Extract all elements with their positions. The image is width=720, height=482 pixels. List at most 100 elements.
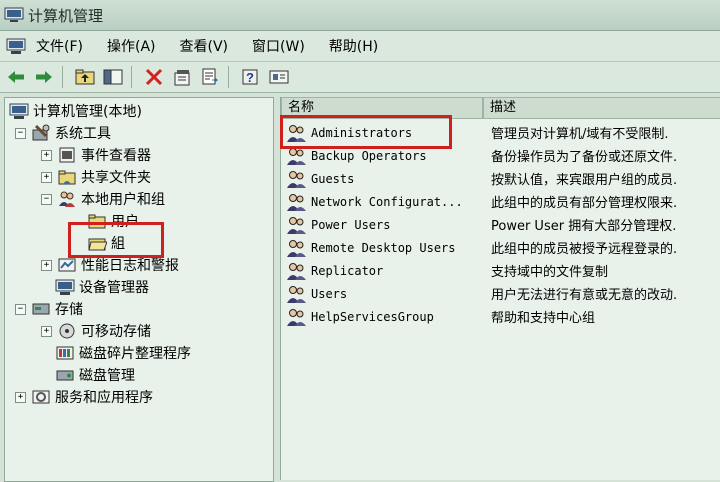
- open-folder-icon: [88, 238, 107, 251]
- title-bar: 计算机管理: [0, 0, 720, 31]
- computer-management-icon: [4, 7, 24, 22]
- list-item[interactable]: Backup Operators 备份操作员为了备份或还原文件.: [281, 144, 720, 167]
- collapse-toggle[interactable]: −: [41, 193, 52, 205]
- tree-item-services-apps[interactable]: + 服务和应用程序: [15, 386, 153, 408]
- menu-bar: 文件(F) 操作(A) 查看(V) 窗口(W) 帮助(H): [0, 31, 720, 62]
- tree-item-device-manager[interactable]: 设备管理器: [55, 276, 149, 298]
- tree-item-label: 设备管理器: [79, 280, 149, 296]
- properties-button[interactable]: [170, 65, 194, 89]
- list-item[interactable]: Administrators 管理员对计算机/域有不受限制.: [281, 121, 720, 144]
- toolbar-separator: [62, 66, 63, 88]
- collapse-toggle[interactable]: −: [15, 303, 26, 315]
- tree-item-disk-defrag[interactable]: 磁盘碎片整理程序: [55, 342, 191, 364]
- show-tree-button[interactable]: [101, 65, 125, 89]
- expand-toggle[interactable]: +: [41, 325, 52, 337]
- tree-item-label: 本地用户和组: [81, 192, 165, 208]
- computer-management-icon: [9, 103, 29, 119]
- up-level-button[interactable]: [73, 65, 97, 89]
- toolbar-separator: [131, 66, 132, 88]
- menu-file[interactable]: 文件(F): [36, 36, 83, 56]
- list-item[interactable]: HelpServicesGroup 帮助和支持中心组: [281, 305, 720, 328]
- tree-item-event-viewer[interactable]: + 事件查看器: [41, 144, 151, 166]
- expand-toggle[interactable]: +: [41, 171, 52, 183]
- group-icon: [287, 124, 306, 142]
- column-header-description[interactable]: 描述: [483, 97, 720, 119]
- tree-item-label: 服务和应用程序: [55, 390, 153, 406]
- console-tree: 计算机管理(本地) − 系统工具 + 事件查看器 + 共享文件夹 − 本地用户和…: [4, 97, 274, 482]
- delete-button[interactable]: [142, 65, 166, 89]
- row-description: 用户无法进行有意或无意的改动.: [491, 288, 678, 303]
- row-name: Power Users: [311, 217, 391, 232]
- properties-icon: [174, 70, 190, 86]
- delete-icon: [145, 68, 163, 86]
- export-button[interactable]: [198, 65, 222, 89]
- show-tree-icon: [103, 69, 123, 85]
- disk-management-icon: [56, 370, 74, 381]
- tree-item-label: 磁盘碎片整理程序: [79, 346, 191, 362]
- group-icon: [287, 193, 306, 211]
- tree-item-label: 系统工具: [55, 126, 111, 142]
- back-arrow-icon: [8, 71, 24, 83]
- menu-window[interactable]: 窗口(W): [252, 36, 305, 56]
- menu-help[interactable]: 帮助(H): [329, 36, 378, 56]
- list-item[interactable]: Power Users Power User 拥有大部分管理权.: [281, 213, 720, 236]
- tools-icon: [32, 124, 50, 141]
- tree-item-removable-storage[interactable]: + 可移动存储: [41, 320, 151, 342]
- row-name: HelpServicesGroup: [311, 309, 434, 324]
- row-description: 支持域中的文件复制: [491, 265, 609, 280]
- svg-text:?: ?: [246, 70, 254, 85]
- tree-item-disk-management[interactable]: 磁盘管理: [55, 364, 135, 386]
- expand-toggle[interactable]: +: [15, 391, 26, 403]
- group-icon: [287, 170, 306, 188]
- row-name: Remote Desktop Users: [311, 240, 456, 255]
- forward-button[interactable]: [32, 65, 56, 89]
- tree-item-root[interactable]: 计算机管理(本地): [9, 100, 142, 122]
- menu-view[interactable]: 查看(V): [180, 36, 229, 56]
- tree-item-label: 性能日志和警报: [81, 258, 179, 274]
- menu-action[interactable]: 操作(A): [107, 36, 156, 56]
- tree-item-label: 組: [111, 236, 125, 252]
- window-title: 计算机管理: [28, 6, 104, 25]
- tree-item-system-tools[interactable]: − 系统工具: [15, 122, 111, 144]
- group-icon: [287, 147, 306, 165]
- tree-item-performance-logs[interactable]: + 性能日志和警报: [41, 254, 179, 276]
- users-icon: [59, 191, 75, 207]
- device-manager-icon: [55, 279, 75, 295]
- column-header-name[interactable]: 名称: [281, 97, 483, 119]
- list-item[interactable]: Users 用户无法进行有意或无意的改动.: [281, 282, 720, 305]
- row-description: 帮助和支持中心组: [491, 311, 596, 326]
- tree-item-label: 事件查看器: [81, 148, 151, 164]
- help-button[interactable]: ?: [239, 65, 263, 89]
- row-name: Network Configurat...: [311, 194, 463, 209]
- export-icon: [202, 68, 219, 85]
- group-icon: [287, 308, 306, 326]
- toolbar: ?: [0, 62, 720, 93]
- forward-arrow-icon: [36, 71, 52, 83]
- list-item[interactable]: Replicator 支持域中的文件复制: [281, 259, 720, 282]
- row-description: 此组中的成员有部分管理权限来.: [491, 196, 678, 211]
- removable-storage-icon: [59, 323, 75, 339]
- tree-item-storage[interactable]: − 存储: [15, 298, 83, 320]
- list-item[interactable]: Remote Desktop Users 此组中的成员被授予远程登录的.: [281, 236, 720, 259]
- group-icon: [287, 285, 306, 303]
- row-name: Backup Operators: [311, 148, 427, 163]
- expand-toggle[interactable]: +: [41, 149, 52, 161]
- tree-item-users[interactable]: 用户: [87, 210, 139, 232]
- list-item[interactable]: Guests 按默认值，来宾跟用户组的成员.: [281, 167, 720, 190]
- group-icon: [287, 216, 306, 234]
- tree-item-groups[interactable]: 組: [87, 232, 125, 254]
- row-description: 此组中的成员被授予远程登录的.: [491, 242, 678, 257]
- back-button[interactable]: [4, 65, 28, 89]
- list-item[interactable]: Network Configurat... 此组中的成员有部分管理权限来.: [281, 190, 720, 213]
- console-button[interactable]: [267, 65, 291, 89]
- details-list: 名称 描述 Administrators 管理员对计算机/域有不受限制. Bac…: [280, 97, 720, 480]
- event-viewer-icon: [59, 147, 75, 163]
- tree-item-shared-folders[interactable]: + 共享文件夹: [41, 166, 151, 188]
- expand-toggle[interactable]: +: [41, 259, 52, 271]
- group-icon: [287, 239, 306, 257]
- console-menu-icon[interactable]: [6, 37, 26, 55]
- tree-item-local-users-groups[interactable]: − 本地用户和组: [41, 188, 165, 210]
- row-description: 按默认值，来宾跟用户组的成员.: [491, 173, 678, 188]
- row-description: 备份操作员为了备份或还原文件.: [491, 150, 678, 165]
- collapse-toggle[interactable]: −: [15, 127, 26, 139]
